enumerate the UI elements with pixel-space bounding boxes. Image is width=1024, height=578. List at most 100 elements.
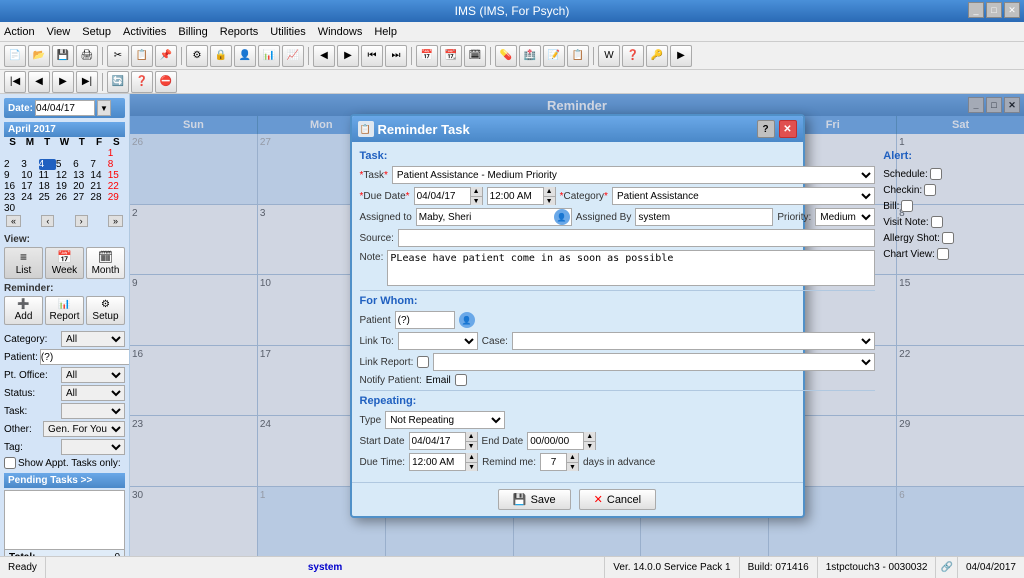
tb-save[interactable]: 💾: [52, 45, 74, 67]
time-spin-down[interactable]: ▼: [543, 196, 555, 205]
mc-cell[interactable]: 25: [39, 192, 56, 203]
link-report-select[interactable]: [433, 353, 875, 371]
due-time2-up[interactable]: ▲: [465, 453, 477, 462]
menu-help[interactable]: Help: [374, 26, 397, 38]
tb-c2[interactable]: ▶: [337, 45, 359, 67]
mc-cell[interactable]: 20: [73, 181, 90, 192]
tb-d1[interactable]: 📅: [416, 45, 438, 67]
allergy-shot-checkbox[interactable]: [942, 232, 954, 244]
dialog-close-btn[interactable]: ✕: [779, 120, 797, 138]
mc-cell[interactable]: 7: [90, 159, 107, 170]
tb-b1[interactable]: ⚙: [186, 45, 208, 67]
tb-e4[interactable]: 📋: [567, 45, 589, 67]
mc-cell[interactable]: 4: [39, 159, 56, 170]
mc-cell[interactable]: 29: [108, 192, 125, 203]
menu-action[interactable]: Action: [4, 26, 35, 38]
date-spin-down[interactable]: ▼: [470, 196, 482, 205]
category-select[interactable]: All: [61, 331, 125, 347]
assigned-to-browse[interactable]: 👤: [554, 209, 570, 225]
menu-reports[interactable]: Reports: [220, 26, 259, 38]
date-spin-up[interactable]: ▲: [470, 187, 482, 196]
tb-f4[interactable]: ▶: [670, 45, 692, 67]
mc-cell[interactable]: 12: [56, 170, 73, 181]
mc-cell[interactable]: 19: [56, 181, 73, 192]
tb-b4[interactable]: 📊: [258, 45, 280, 67]
reminder-setup-btn[interactable]: ⚙ Setup: [86, 296, 125, 325]
tb-copy[interactable]: 📋: [131, 45, 153, 67]
tag-select[interactable]: [61, 439, 125, 455]
mc-cell[interactable]: [56, 148, 73, 159]
tb2-stop[interactable]: ⛔: [155, 71, 177, 93]
mc-cell[interactable]: 21: [90, 181, 107, 192]
task-name-select[interactable]: Patient Assistance - Medium Priority: [392, 166, 875, 184]
date-input[interactable]: [35, 100, 95, 116]
date-dropdown-btn[interactable]: ▼: [97, 100, 111, 116]
menu-billing[interactable]: Billing: [178, 26, 207, 38]
priority-select[interactable]: Medium: [815, 208, 875, 226]
mc-cell[interactable]: 16: [4, 181, 21, 192]
start-date-input[interactable]: [410, 433, 465, 449]
tb2-b2[interactable]: ◀: [28, 71, 50, 93]
tb-b5[interactable]: 📈: [282, 45, 304, 67]
tb2-help[interactable]: ❓: [131, 71, 153, 93]
save-button[interactable]: 💾 Save: [498, 489, 571, 510]
other-select[interactable]: Gen. For You: [43, 421, 125, 437]
mc-cell[interactable]: 17: [21, 181, 38, 192]
start-date-down[interactable]: ▼: [465, 441, 477, 450]
view-list-btn[interactable]: ≡ List: [4, 247, 43, 279]
mc-cell[interactable]: 8: [108, 159, 125, 170]
due-time2-down[interactable]: ▼: [465, 462, 477, 471]
tb2-b4[interactable]: ▶|: [76, 71, 98, 93]
mc-cell[interactable]: 11: [39, 170, 56, 181]
tb-f2[interactable]: ❓: [622, 45, 644, 67]
show-appt-checkbox[interactable]: [4, 457, 16, 469]
minimize-btn[interactable]: _: [968, 2, 984, 18]
due-time2-input[interactable]: [410, 454, 465, 470]
tb-f1[interactable]: W: [598, 45, 620, 67]
assigned-by-input[interactable]: [635, 208, 773, 226]
mc-cell[interactable]: 30: [4, 203, 21, 214]
remind-up[interactable]: ▲: [566, 453, 578, 462]
mc-cell[interactable]: [4, 148, 21, 159]
close-btn[interactable]: ✕: [1004, 2, 1020, 18]
chart-view-checkbox[interactable]: [937, 248, 949, 260]
type-select[interactable]: Not Repeating: [385, 411, 505, 429]
mc-cell[interactable]: [21, 148, 38, 159]
mc-cell[interactable]: 13: [73, 170, 90, 181]
mc-cell[interactable]: 22: [108, 181, 125, 192]
link-report-checkbox[interactable]: [417, 356, 429, 368]
end-date-up[interactable]: ▲: [583, 432, 595, 441]
tb-paste[interactable]: 📌: [155, 45, 177, 67]
mc-cell[interactable]: [39, 148, 56, 159]
tb-b2[interactable]: 🔒: [210, 45, 232, 67]
due-time-input[interactable]: [488, 188, 543, 204]
task-select[interactable]: [61, 403, 125, 419]
mc-cell[interactable]: 2: [4, 159, 21, 170]
tb-cut[interactable]: ✂: [107, 45, 129, 67]
view-month-btn[interactable]: 🗓 Month: [86, 247, 125, 279]
mc-cell[interactable]: 1: [108, 148, 125, 159]
mc-cell[interactable]: 27: [73, 192, 90, 203]
patient-field-input[interactable]: [395, 311, 455, 329]
schedule-checkbox[interactable]: [930, 168, 942, 180]
bill-checkbox[interactable]: [901, 200, 913, 212]
tb-f3[interactable]: 🔑: [646, 45, 668, 67]
mc-cell[interactable]: 3: [21, 159, 38, 170]
tb-e3[interactable]: 📝: [543, 45, 565, 67]
maximize-btn[interactable]: □: [986, 2, 1002, 18]
tb2-b1[interactable]: |◀: [4, 71, 26, 93]
patient-browse-btn[interactable]: 👤: [459, 312, 475, 328]
reminder-report-btn[interactable]: 📊 Report: [45, 296, 84, 325]
tb-c4[interactable]: ⏭: [385, 45, 407, 67]
remind-me-input[interactable]: [541, 454, 566, 470]
tb-d3[interactable]: 🗓: [464, 45, 486, 67]
mc-cell[interactable]: 23: [4, 192, 21, 203]
checkin-checkbox[interactable]: [924, 184, 936, 196]
mc-cell[interactable]: 14: [90, 170, 107, 181]
pending-header[interactable]: Pending Tasks >>: [4, 473, 125, 488]
pt-office-select[interactable]: All: [61, 367, 125, 383]
link-to-select[interactable]: [398, 332, 478, 350]
menu-setup[interactable]: Setup: [82, 26, 111, 38]
view-week-btn[interactable]: 📅 Week: [45, 247, 84, 279]
menu-view[interactable]: View: [47, 26, 71, 38]
